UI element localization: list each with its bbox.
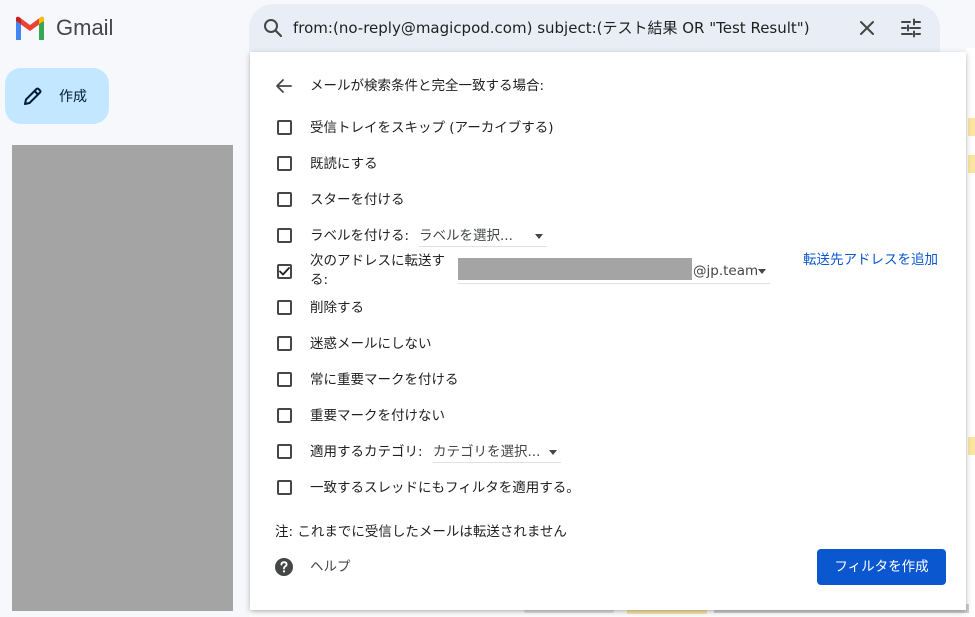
category-select-value: カテゴリを選択...	[433, 444, 541, 460]
option-category: 適用するカテゴリ: カテゴリを選択...	[250, 440, 966, 464]
mark-read-checkbox[interactable]	[277, 156, 292, 171]
option-label: 重要マークを付けない	[310, 408, 445, 424]
always-important-checkbox[interactable]	[277, 372, 292, 387]
help-icon[interactable]	[274, 557, 294, 577]
gmail-m-icon	[16, 16, 44, 40]
panel-title: メールが検索条件と完全一致する場合:	[310, 78, 545, 94]
option-mark-read: 既読にする	[250, 152, 966, 176]
app-name: Gmail	[56, 15, 114, 40]
option-label: 適用するカテゴリ:	[310, 444, 423, 460]
never-important-checkbox[interactable]	[277, 408, 292, 423]
redacted-sidebar	[12, 145, 233, 611]
caret-down-icon	[549, 450, 557, 455]
never-spam-checkbox[interactable]	[277, 336, 292, 351]
option-label: 既読にする	[310, 156, 378, 172]
apply-label-checkbox[interactable]	[277, 228, 292, 243]
label-select[interactable]: ラベルを選択...	[419, 225, 547, 247]
search-input[interactable]: from:(no-reply@magicpod.com) subject:(テス…	[293, 4, 810, 52]
option-apply-label: ラベルを付ける: ラベルを選択...	[250, 224, 966, 248]
forward-address-select[interactable]: @jp.team	[458, 258, 770, 284]
search-bar[interactable]: from:(no-reply@magicpod.com) subject:(テス…	[249, 4, 940, 52]
create-filter-button[interactable]: フィルタを作成	[817, 549, 946, 585]
option-label: 次のアドレスに転送する:	[310, 253, 445, 288]
apply-to-threads-checkbox[interactable]	[277, 480, 292, 495]
option-label: スターを付ける	[310, 192, 405, 208]
option-delete: 削除する	[250, 296, 966, 320]
option-label: 常に重要マークを付ける	[310, 372, 459, 388]
option-apply-to-threads: 一致するスレッドにもフィルタを適用する。	[250, 476, 966, 500]
label-tag	[968, 118, 975, 136]
filter-options-panel: メールが検索条件と完全一致する場合: 受信トレイをスキップ (アーカイブする) …	[250, 52, 966, 610]
option-star: スターを付ける	[250, 188, 966, 212]
option-never-spam: 迷惑メールにしない	[250, 332, 966, 356]
star-checkbox[interactable]	[277, 192, 292, 207]
compose-label: 作成	[59, 89, 87, 105]
help-link[interactable]: ヘルプ	[310, 557, 351, 577]
option-always-important: 常に重要マークを付ける	[250, 368, 966, 392]
forward-checkbox[interactable]	[277, 264, 292, 279]
label-tag	[968, 155, 975, 173]
option-skip-inbox: 受信トレイをスキップ (アーカイブする)	[250, 116, 966, 140]
add-forwarding-address-link[interactable]: 転送先アドレスを追加	[803, 250, 943, 271]
label-tag	[968, 437, 975, 455]
option-label: 削除する	[310, 300, 364, 316]
option-label: 一致するスレッドにもフィルタを適用する。	[310, 480, 580, 496]
skip-inbox-checkbox[interactable]	[277, 120, 292, 135]
forward-address-domain: @jp.team	[693, 263, 759, 279]
close-icon[interactable]	[855, 16, 879, 40]
back-arrow-icon[interactable]	[274, 76, 294, 96]
search-options-icon[interactable]	[899, 16, 923, 40]
label-select-value: ラベルを選択...	[419, 228, 513, 244]
option-label: ラベルを付ける:	[310, 228, 410, 244]
category-checkbox[interactable]	[277, 444, 292, 459]
caret-down-icon	[535, 234, 543, 239]
option-forward: 次のアドレスに転送する: @jp.team 転送先アドレスを追加	[250, 252, 966, 288]
forwarding-note: 注: これまでに受信したメールは転送されません	[275, 524, 567, 540]
delete-checkbox[interactable]	[277, 300, 292, 315]
caret-down-icon	[758, 269, 766, 274]
gmail-logo[interactable]: Gmail	[14, 14, 113, 42]
search-icon[interactable]	[261, 16, 285, 40]
category-select[interactable]: カテゴリを選択...	[433, 441, 561, 463]
option-never-important: 重要マークを付けない	[250, 404, 966, 428]
option-label: 迷惑メールにしない	[310, 336, 432, 352]
compose-button[interactable]: 作成	[5, 68, 109, 124]
option-label: 受信トレイをスキップ (アーカイブする)	[310, 120, 554, 136]
pencil-icon	[24, 87, 42, 105]
checkmark-icon	[279, 267, 290, 276]
redacted-address	[458, 258, 692, 280]
